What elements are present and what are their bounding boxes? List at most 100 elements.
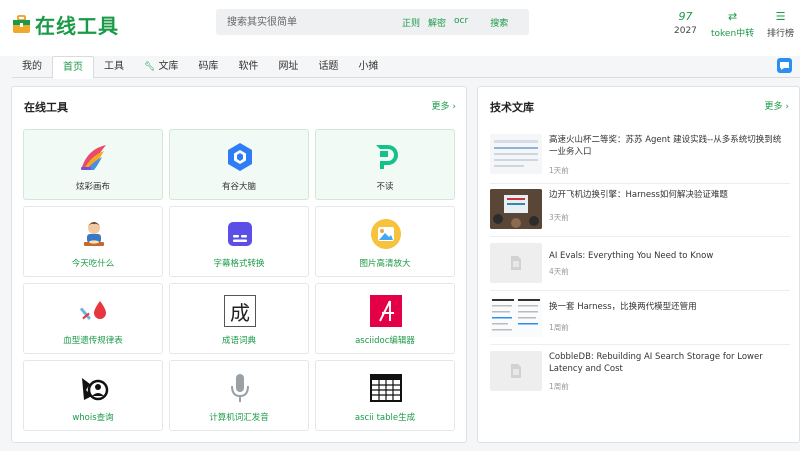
blood-drop-icon xyxy=(80,301,106,320)
site-title: 在线工具 xyxy=(35,14,119,38)
search-tag-ocr[interactable]: ocr xyxy=(454,16,468,29)
tool-tile[interactable]: 计算机词汇发音 xyxy=(169,360,309,431)
search-input[interactable] xyxy=(216,9,386,35)
library-panel: 技术文库 更多 › 高速火山杯二等奖：苏苏 Agent 建设实践--从多系统切换… xyxy=(477,86,800,443)
tool-label: 血型遗传规律表 xyxy=(63,336,123,346)
tool-label: ascii table生成 xyxy=(354,413,416,423)
nav-item-library-label: 文库 xyxy=(158,61,179,72)
tool-tile[interactable]: 字幕格式转换 xyxy=(169,206,309,277)
divider xyxy=(490,290,790,291)
image-upscale-icon xyxy=(371,219,401,249)
toolbox-icon xyxy=(13,15,30,33)
stat-counter[interactable]: 97 2027 xyxy=(674,10,697,36)
article-title: AI Evals: Everything You Need to Know xyxy=(549,251,714,261)
tool-tile[interactable]: 成 成语词典 xyxy=(169,283,309,354)
divider xyxy=(490,236,790,237)
article-thumbnail xyxy=(490,189,542,229)
read-later-icon xyxy=(376,145,398,169)
list-icon: ☰ xyxy=(775,10,786,23)
article-item[interactable]: AI Evals: Everything You Need to Know 4天… xyxy=(490,243,790,293)
document-placeholder-icon xyxy=(511,256,521,270)
article-item[interactable]: CobbleDB: Rebuilding AI Search Storage f… xyxy=(490,351,790,401)
subtitle-icon xyxy=(228,222,252,246)
tool-label: 计算机词汇发音 xyxy=(209,413,269,423)
swap-icon: ⇄ xyxy=(727,10,738,23)
library-more-link[interactable]: 更多 › xyxy=(765,99,789,112)
ranking-label: 排行榜 xyxy=(767,29,795,39)
site-logo[interactable]: 在线工具 xyxy=(12,10,119,39)
tools-title: 在线工具 xyxy=(24,101,68,114)
tool-tile[interactable]: ascii table生成 xyxy=(315,360,455,431)
article-title: 边开飞机边换引擎：Harness如何解决验证难题 xyxy=(549,190,728,200)
ranking-link[interactable]: ☰ 排行榜 xyxy=(767,10,794,39)
search-tag-regex[interactable]: 正则 xyxy=(402,16,420,29)
tool-tile[interactable]: whois查询 xyxy=(23,360,163,431)
microphone-icon xyxy=(231,374,249,402)
idiom-dictionary-glyph: 成 xyxy=(230,300,250,325)
tools-more-link[interactable]: 更多 › xyxy=(432,99,456,112)
idiom-dictionary-icon: 成 xyxy=(224,295,256,327)
hexagon-brain-icon xyxy=(228,143,252,171)
tool-label: 不读 xyxy=(376,182,394,192)
search-button[interactable]: 搜索 xyxy=(490,16,508,29)
article-thumbnail xyxy=(490,134,542,174)
nav-item-mine[interactable]: 我的 xyxy=(12,56,52,78)
wrench-icon: 🔧︎ xyxy=(144,62,156,72)
divider xyxy=(490,344,790,345)
article-time: 1天前 xyxy=(549,166,569,175)
tools-panel: 在线工具 更多 › 炫彩画布 有谷大脑 不读 今天吃什么 字幕格式转换 图片高清… xyxy=(11,86,467,443)
tool-label: 成语词典 xyxy=(221,336,256,346)
tool-tile[interactable]: 血型遗传规律表 xyxy=(23,283,163,354)
main-nav: 我的 首页 工具 🔧︎ 文库 码库 软件 网址 话题 小摊 xyxy=(12,56,800,79)
article-title: 换一套 Harness，比换两代模型还管用 xyxy=(549,302,697,312)
nav-item-code[interactable]: 码库 xyxy=(188,56,228,78)
article-item[interactable]: 换一套 Harness，比换两代模型还管用 1周前 xyxy=(490,297,790,347)
token-relay-link[interactable]: ⇄ token中转 xyxy=(711,10,754,39)
article-thumbnail xyxy=(490,297,542,337)
tool-label: 今天吃什么 xyxy=(71,259,115,269)
library-title: 技术文库 xyxy=(490,101,534,114)
document-placeholder-icon xyxy=(511,364,521,378)
person-eating-icon xyxy=(84,222,104,246)
article-thumbnail xyxy=(490,351,542,391)
nav-item-stall[interactable]: 小摊 xyxy=(348,56,388,78)
search-bar: 正则 解密 ocr 搜索 xyxy=(216,9,529,35)
tool-label: asciidoc编辑器 xyxy=(355,336,415,346)
chat-icon[interactable] xyxy=(777,58,792,73)
whois-icon xyxy=(82,378,109,401)
article-time: 1周前 xyxy=(549,323,569,332)
stat-counter-value: 97 xyxy=(678,10,693,23)
article-title: CobbleDB: Rebuilding AI Search Storage f… xyxy=(549,352,763,374)
article-item[interactable]: 边开飞机边换引擎：Harness如何解决验证难题 3天前 xyxy=(490,189,790,239)
nav-item-software[interactable]: 软件 xyxy=(228,56,268,78)
tool-tile[interactable]: 图片高清放大 xyxy=(315,206,455,277)
search-tag-decrypt[interactable]: 解密 xyxy=(428,16,446,29)
asciidoc-icon xyxy=(370,295,402,327)
article-title: 高速火山杯二等奖：苏苏 Agent 建设实践--从多系统切换到统一业务入口 xyxy=(549,135,782,157)
tool-label: 字幕格式转换 xyxy=(213,259,265,269)
tool-tile[interactable]: 不读 xyxy=(315,129,455,200)
header: 在线工具 正则 解密 ocr 搜索 97 2027 ⇄ token中转 ☰ 排行… xyxy=(0,0,800,56)
stat-counter-label: 2027 xyxy=(674,26,697,36)
article-time: 4天前 xyxy=(549,267,569,276)
nav-item-sites[interactable]: 网址 xyxy=(268,56,308,78)
nav-item-home[interactable]: 首页 xyxy=(52,56,94,79)
nav-item-topics[interactable]: 话题 xyxy=(308,56,348,78)
tool-label: whois查询 xyxy=(72,413,114,423)
article-time: 1周前 xyxy=(549,382,569,391)
article-thumbnail xyxy=(490,243,542,283)
table-icon xyxy=(370,374,402,402)
nav-item-library[interactable]: 🔧︎ 文库 xyxy=(134,56,188,78)
article-time: 3天前 xyxy=(549,213,569,222)
token-relay-label: token中转 xyxy=(711,29,755,39)
search-tags: 正则 解密 ocr xyxy=(402,16,468,29)
article-item[interactable]: 高速火山杯二等奖：苏苏 Agent 建设实践--从多系统切换到统一业务入口 1天… xyxy=(490,134,790,184)
tool-tile[interactable]: 有谷大脑 xyxy=(169,129,309,200)
tool-label: 有谷大脑 xyxy=(221,182,256,192)
tool-tile[interactable]: 炫彩画布 xyxy=(23,129,163,200)
tool-tile[interactable]: asciidoc编辑器 xyxy=(315,283,455,354)
tool-label: 炫彩画布 xyxy=(75,182,110,192)
divider xyxy=(490,183,790,184)
tool-tile[interactable]: 今天吃什么 xyxy=(23,206,163,277)
nav-item-tools[interactable]: 工具 xyxy=(94,56,134,78)
